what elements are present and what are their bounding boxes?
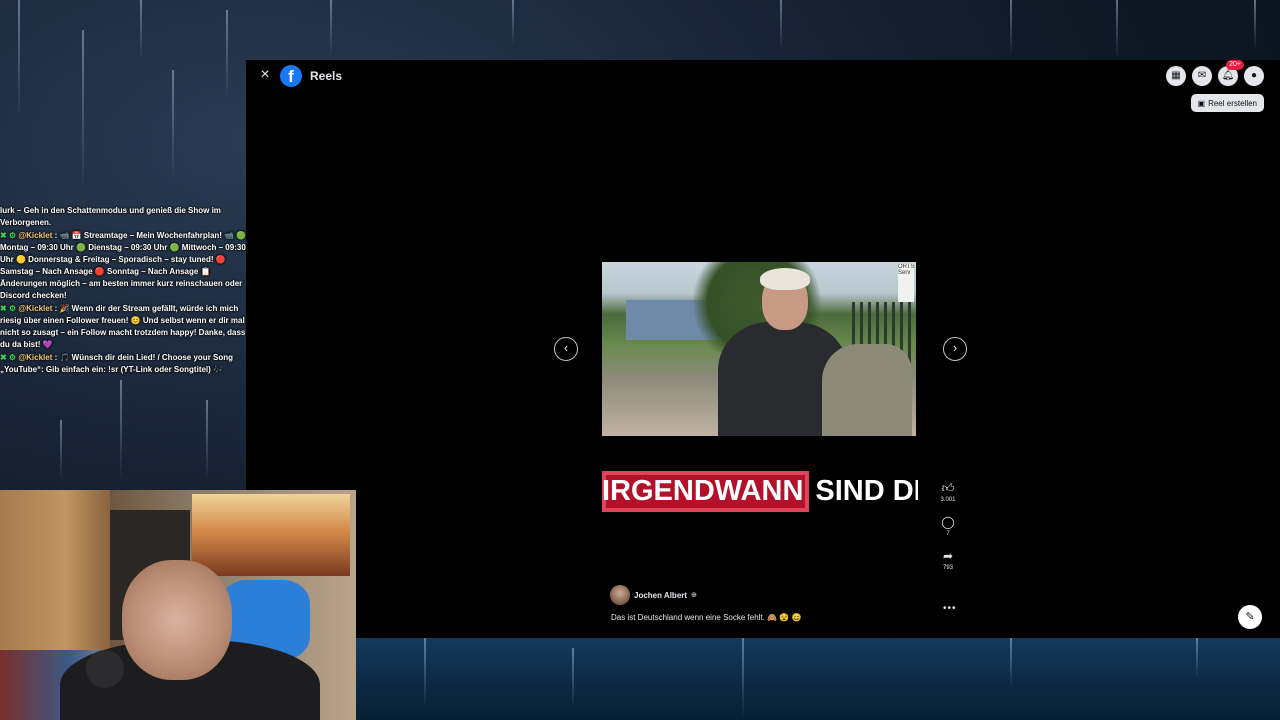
- top-icon-bar: ▦ ✉ 🔔︎ 20+ ●: [1166, 60, 1264, 86]
- video-person-hair: [760, 268, 810, 290]
- chat-message: ✖ ⚙ @Kicklet : 🎵 Wünsch dir dein Lied! /…: [0, 353, 234, 374]
- reel-video[interactable]: ORTS Serv: [602, 262, 916, 436]
- webcam-person-head: [122, 560, 232, 680]
- mod-badge-icon: ✖ ⚙: [0, 231, 17, 240]
- chat-message: lurk – Geh in den Schattenmodus und geni…: [0, 205, 250, 229]
- chat-message: ✖ ⚙ @Kicklet : 🎉 Wenn dir der Stream gef…: [0, 304, 246, 349]
- next-reel-button[interactable]: ›: [943, 337, 967, 361]
- caption-highlight: IRGENDWANN: [602, 470, 810, 512]
- caption-text: SIND DIESE: [815, 474, 918, 507]
- stream-chat: lurk – Geh in den Schattenmodus und geni…: [0, 205, 250, 377]
- reel-actions: 👍︎ 3.001 ◯ 7 ➦ 793: [936, 480, 960, 582]
- chat-message: ✖ ⚙ @Kicklet : 📹 📅 Streamtage – Mein Woc…: [0, 231, 247, 300]
- share-count: 793: [942, 565, 953, 571]
- author-avatar[interactable]: [610, 585, 630, 605]
- video-caption: IRGENDWANN SIND DIESE: [602, 466, 918, 516]
- comment-count: 7: [946, 531, 950, 537]
- comment-icon: ◯: [941, 515, 955, 529]
- chat-text: 📹 📅 Streamtage – Mein Wochenfahrplan! 📹 …: [0, 231, 247, 300]
- author-name[interactable]: Jochen Albert: [634, 591, 687, 600]
- facebook-logo-icon[interactable]: f: [280, 65, 302, 87]
- bell-icon: 🔔︎: [1221, 70, 1235, 81]
- like-count: 3.001: [940, 497, 956, 503]
- webcam-cabinet: [0, 490, 110, 660]
- close-icon[interactable]: ×: [258, 67, 272, 83]
- edit-icon[interactable]: ✎: [1238, 605, 1262, 629]
- webcam-feed: [0, 490, 356, 720]
- chat-text: lurk – Geh in den Schattenmodus und geni…: [0, 206, 221, 227]
- messenger-icon[interactable]: ✉: [1192, 66, 1212, 86]
- mod-badge-icon: ✖ ⚙: [0, 353, 17, 362]
- reel-description: Das ist Deutschland wenn eine Socke fehl…: [611, 613, 802, 622]
- video-jacket: [822, 344, 912, 436]
- mod-badge-icon: ✖ ⚙: [0, 304, 17, 313]
- chat-username: @Kicklet: [18, 304, 53, 313]
- notifications-button[interactable]: 🔔︎ 20+: [1218, 60, 1244, 86]
- more-options-icon[interactable]: •••: [943, 603, 957, 614]
- chat-username: @Kicklet: [18, 231, 53, 240]
- previous-reel-button[interactable]: ‹: [554, 337, 578, 361]
- profile-avatar[interactable]: ●: [1244, 66, 1264, 86]
- video-sign: ORTS Serv: [898, 264, 914, 302]
- menu-grid-icon[interactable]: ▦: [1166, 66, 1186, 86]
- webcam-painting: [192, 494, 350, 576]
- like-action[interactable]: 👍︎ 3.001: [936, 480, 960, 503]
- facebook-reels-window: × f Reels ▦ ✉ 🔔︎ 20+ ● ▣ Reel erstellen …: [246, 60, 1280, 638]
- create-reel-label: Reel erstellen: [1208, 98, 1257, 108]
- notification-badge: 20+: [1226, 60, 1244, 70]
- globe-icon: ⊕: [691, 592, 697, 599]
- share-action[interactable]: ➦ 793: [936, 548, 960, 571]
- microphone-icon: [86, 650, 124, 688]
- share-icon: ➦: [942, 549, 954, 563]
- thumbs-up-icon: 👍︎: [941, 481, 955, 495]
- reel-author[interactable]: Jochen Albert ⊕: [610, 585, 697, 605]
- chat-username: @Kicklet: [18, 353, 53, 362]
- comment-action[interactable]: ◯ 7: [936, 514, 960, 537]
- create-reel-button[interactable]: ▣ Reel erstellen: [1190, 94, 1264, 112]
- page-title: Reels: [310, 69, 343, 83]
- camera-icon: ▣: [1197, 98, 1206, 108]
